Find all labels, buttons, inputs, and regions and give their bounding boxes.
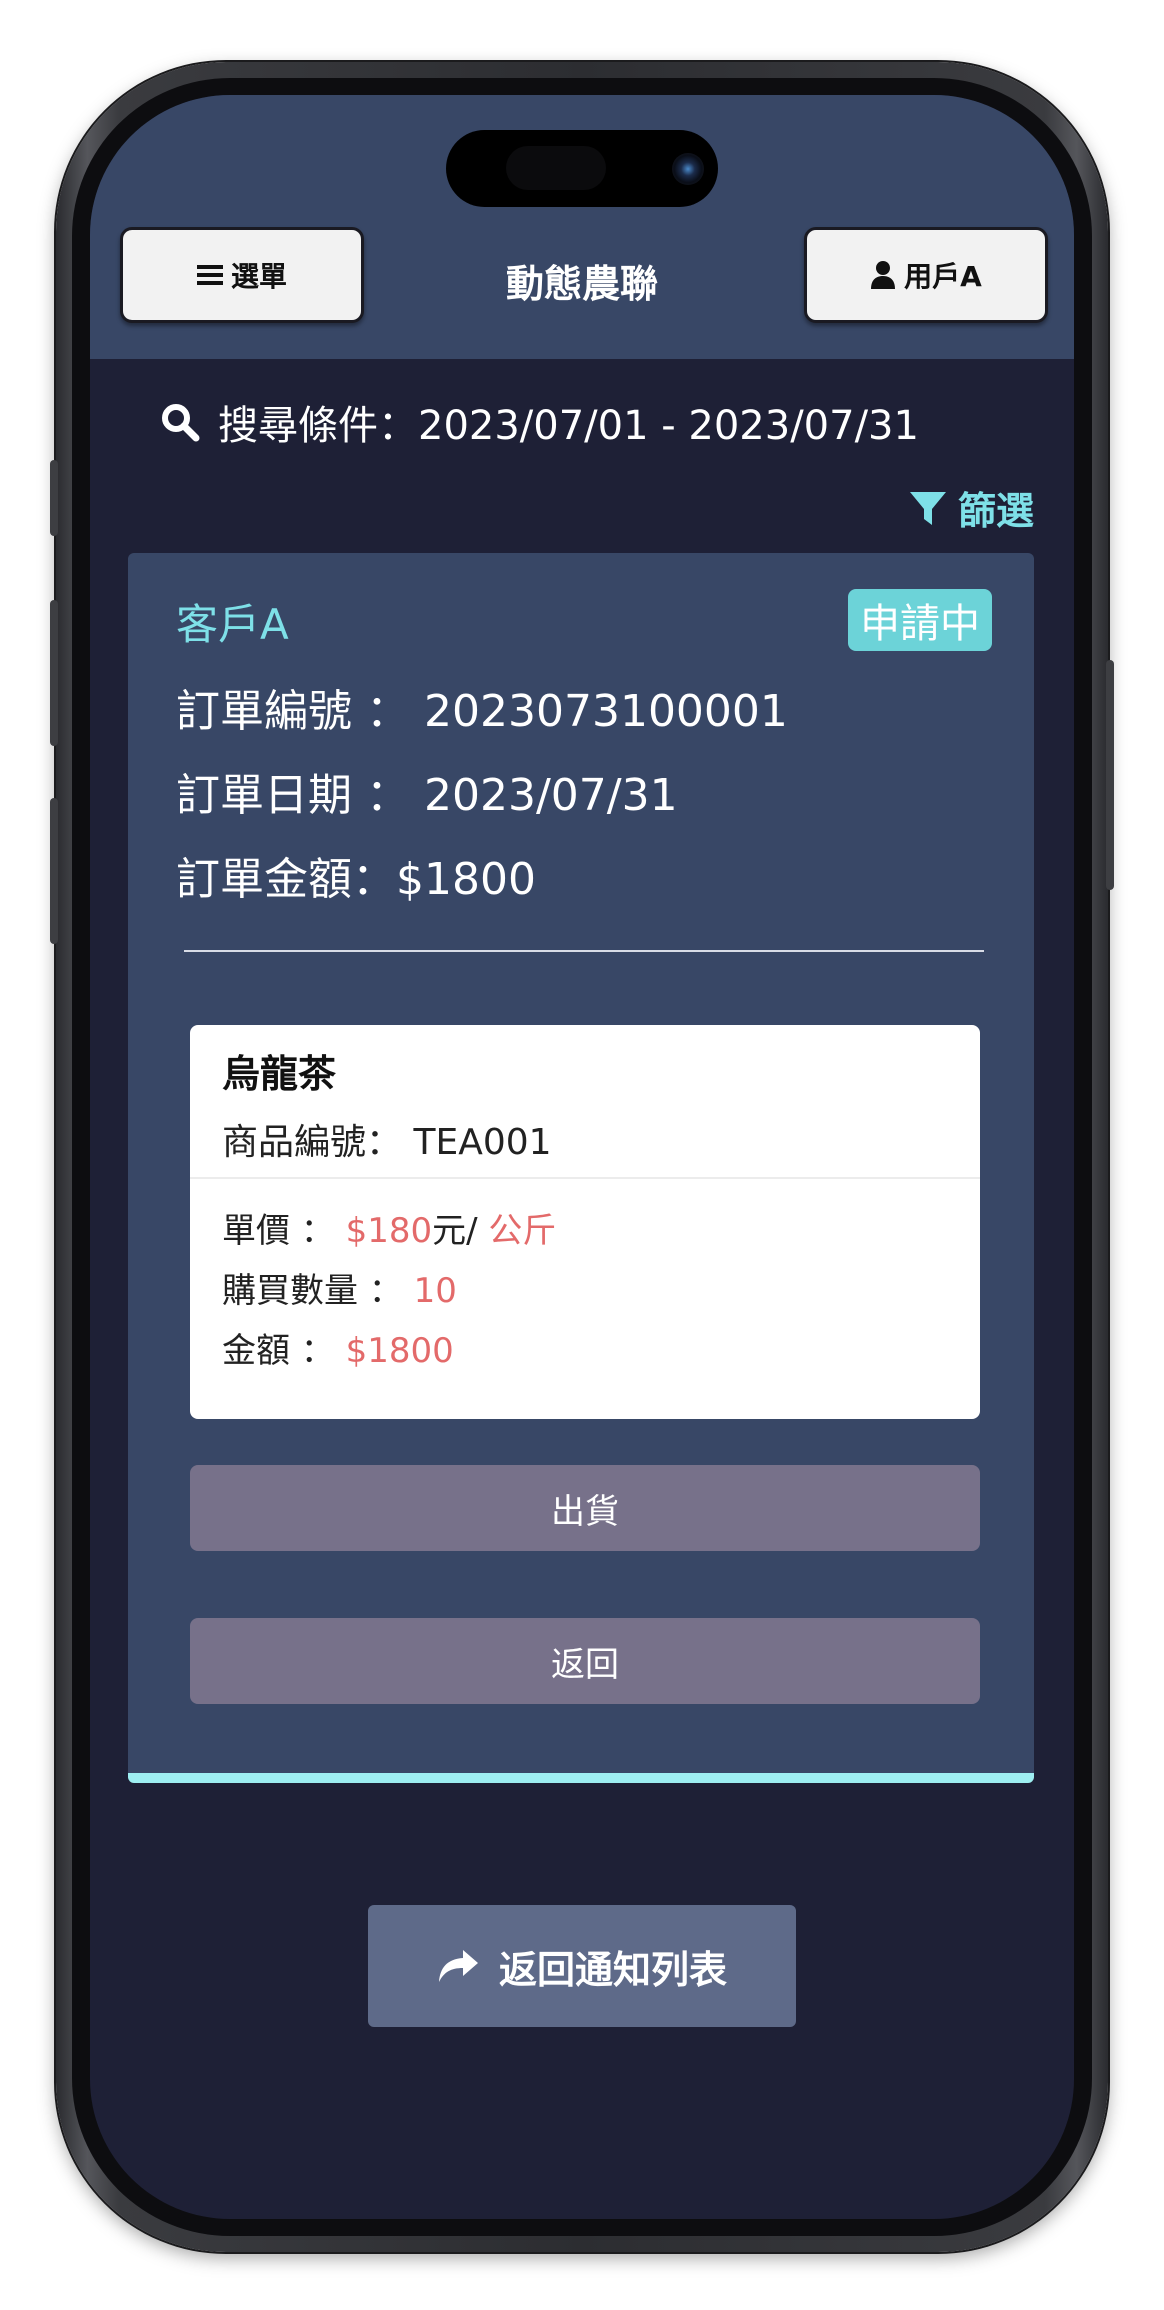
order-number-label: 訂單編號 ： (176, 686, 424, 737)
search-icon (160, 402, 200, 442)
order-amount-value: $1800 (396, 854, 536, 905)
customer-name: 客戶A (176, 600, 289, 649)
product-name: 烏龍茶 (222, 1052, 337, 1096)
product-divider (190, 1177, 980, 1179)
product-code-value: TEA001 (413, 1122, 552, 1163)
action-side-button (50, 460, 58, 536)
order-date-value: 2023/07/31 (423, 770, 678, 821)
hamburger-icon (196, 263, 223, 287)
search-condition[interactable]: 搜尋條件：2023/07/01 - 2023/07/31 (160, 393, 919, 451)
back-to-notification-list-button[interactable]: 返回通知列表 (368, 1905, 796, 2027)
unit-price-label: 單價 ： (222, 1211, 346, 1251)
dynamic-island (446, 130, 718, 207)
ship-button[interactable]: 出貨 (190, 1465, 980, 1551)
product-total-label: 金額 ： (222, 1331, 346, 1371)
filter-icon (908, 488, 948, 528)
menu-button-label: 選單 (230, 260, 287, 293)
app-title: 動態農聯 (505, 262, 658, 306)
quantity-value: 10 (413, 1271, 457, 1311)
share-arrow-icon (437, 1948, 479, 1984)
order-date-row: 訂單日期 ： 2023/07/31 (176, 759, 678, 823)
volume-up-side-button (50, 600, 58, 746)
phone-screen: 選單 動態農聯 用戶A 搜尋條件：2023/07/01 - 2023/07/31… (90, 95, 1074, 2219)
unit-price-row: 單價 ： $180元/ 公斤 (222, 1203, 556, 1252)
volume-down-side-button (50, 798, 58, 944)
power-side-button (1106, 660, 1114, 890)
app-header: 選單 動態農聯 用戶A (90, 95, 1074, 359)
unit-price-value: $180 (345, 1211, 433, 1251)
order-amount-row: 訂單金額：$1800 (176, 843, 536, 907)
filter-button[interactable]: 篩選 (908, 480, 1034, 535)
product-total-row: 金額 ： $1800 (222, 1323, 454, 1372)
quantity-label: 購買數量 ： (222, 1271, 414, 1311)
back-button-label: 返回 (551, 1644, 619, 1685)
unit-price-separator: 元/ (432, 1211, 489, 1251)
search-condition-text: 搜尋條件：2023/07/01 - 2023/07/31 (218, 403, 919, 449)
user-button-label: 用戶A (904, 260, 982, 293)
quantity-row: 購買數量 ： 10 (222, 1263, 457, 1312)
order-number-value: 2023073100001 (423, 686, 788, 737)
back-button[interactable]: 返回 (190, 1618, 980, 1704)
order-number-row: 訂單編號 ： 2023073100001 (176, 675, 788, 739)
menu-button[interactable]: 選單 (120, 227, 364, 323)
divider (184, 950, 984, 952)
filter-label: 篩選 (957, 489, 1034, 533)
order-card: 客戶A 申請中 訂單編號 ： 2023073100001 訂單日期 ： 2023… (128, 553, 1034, 1783)
island-sensor (506, 146, 606, 190)
product-card: 烏龍茶 商品編號： TEA001 單價 ： $180元/ 公斤 購買數量 ： 1… (190, 1025, 980, 1419)
front-camera-icon (672, 152, 704, 185)
status-badge: 申請中 (848, 589, 992, 651)
user-account-button[interactable]: 用戶A (804, 227, 1048, 323)
order-amount-label: 訂單金額： (176, 854, 396, 905)
back-to-list-label: 返回通知列表 (498, 1947, 727, 1992)
ship-button-label: 出貨 (551, 1491, 619, 1532)
product-total-value: $1800 (345, 1331, 454, 1371)
user-icon (870, 260, 896, 290)
product-code-row: 商品編號： TEA001 (222, 1113, 552, 1165)
unit-price-unit: 公斤 (488, 1211, 557, 1251)
product-code-label: 商品編號： (222, 1122, 414, 1163)
order-date-label: 訂單日期 ： (176, 770, 424, 821)
